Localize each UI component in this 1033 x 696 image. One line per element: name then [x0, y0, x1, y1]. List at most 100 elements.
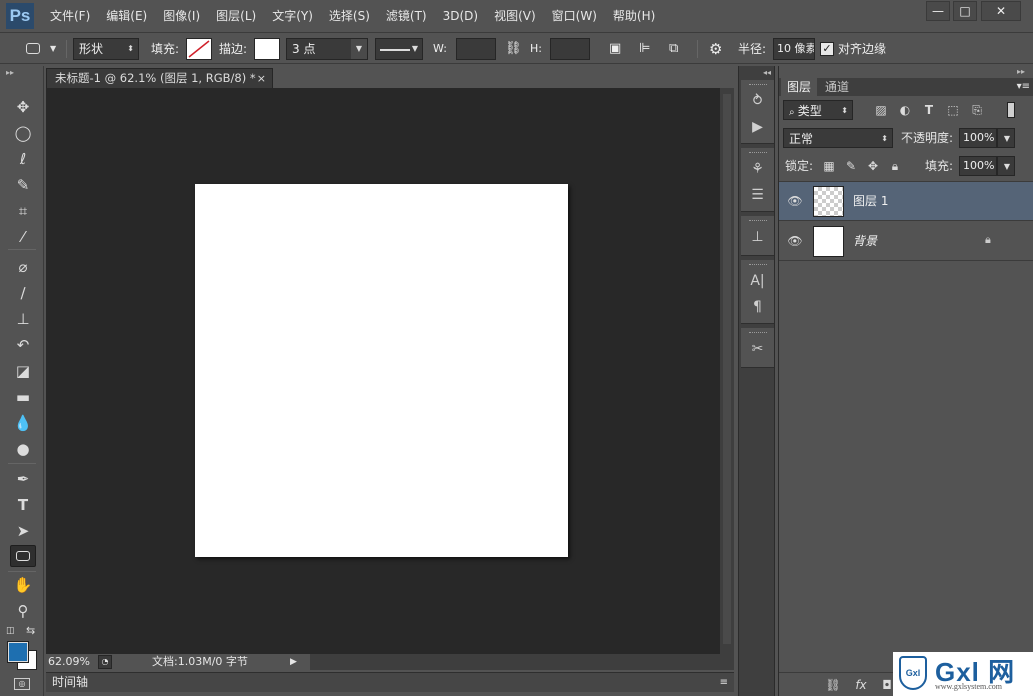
move-tool-icon[interactable]: ✥	[10, 96, 36, 118]
filter-adjustment-icon[interactable]: ◐	[897, 102, 913, 118]
fill-field[interactable]: 100%	[959, 156, 997, 176]
type-tool-icon[interactable]: T	[10, 494, 36, 516]
scrollbar-thumb[interactable]	[723, 94, 731, 644]
height-field[interactable]	[550, 38, 590, 60]
panel-menu-icon[interactable]: ▾≡	[1017, 78, 1030, 96]
history-panel-icon[interactable]: ⥁	[745, 90, 770, 112]
close-tab-icon[interactable]: ×	[257, 69, 266, 88]
history-brush-icon[interactable]: ↶	[10, 334, 36, 356]
status-share-icon[interactable]: ◔	[98, 655, 112, 669]
menu-item[interactable]: 文件(F)	[42, 0, 98, 33]
eyedropper-icon[interactable]: ⁄	[10, 226, 36, 248]
filter-kind-select[interactable]: ⌕ 类型 ⬍	[783, 100, 853, 120]
pen-tool-icon[interactable]: ✒	[10, 468, 36, 490]
path-alignment-icon[interactable]: ⊫	[639, 38, 650, 60]
align-edges-checkbox[interactable]: ✓	[820, 42, 834, 56]
tool-presets-icon[interactable]: ✂	[745, 338, 770, 360]
filter-pixel-icon[interactable]: ▨	[873, 102, 889, 118]
zoom-tool-icon[interactable]: ⚲	[10, 600, 36, 622]
paragraph-panel-icon[interactable]: ¶	[745, 296, 770, 318]
panel-menu-icon[interactable]: ≡	[720, 673, 728, 692]
document-tab[interactable]: 未标题-1 @ 62.1% (图层 1, RGB/8) * ×	[46, 68, 273, 88]
character-panel-icon[interactable]: A|	[745, 270, 770, 292]
link-layers-icon[interactable]: ⛓	[825, 677, 841, 693]
layer-row[interactable]: 👁︎ 图层 1	[779, 182, 1033, 221]
horizontal-scrollbar[interactable]	[310, 654, 734, 670]
collapse-arrows-icon[interactable]: ▸▸	[6, 68, 14, 77]
collapse-arrows-icon[interactable]: ▸▸	[1017, 67, 1025, 76]
menu-item[interactable]: 编辑(E)	[98, 0, 155, 33]
filter-type-icon[interactable]: T	[921, 102, 937, 118]
visibility-eye-icon[interactable]: 👁︎	[787, 233, 803, 249]
lasso-tool-icon[interactable]: ℓ	[10, 148, 36, 170]
canvas-area[interactable]	[46, 88, 720, 654]
timeline-panel-bar[interactable]: 时间轴 ≡	[46, 672, 734, 692]
stroke-swatch[interactable]	[254, 38, 280, 60]
menu-item[interactable]: 帮助(H)	[605, 0, 663, 33]
quick-mask-icon[interactable]: ◎	[14, 678, 30, 690]
elliptical-marquee-icon[interactable]: ◯	[10, 122, 36, 144]
filter-toggle-switch[interactable]	[1007, 102, 1015, 118]
fill-dropdown[interactable]: ▼	[997, 156, 1015, 176]
status-menu-arrow-icon[interactable]: ▶	[290, 654, 297, 670]
document-canvas[interactable]	[195, 184, 568, 557]
visibility-eye-icon[interactable]: 👁︎	[787, 193, 803, 209]
lock-position-icon[interactable]: ✥	[865, 158, 881, 174]
clone-source-icon[interactable]: ⊥	[745, 226, 770, 248]
menu-item[interactable]: 3D(D)	[435, 0, 486, 33]
width-field[interactable]	[456, 38, 496, 60]
close-button[interactable]: ✕	[981, 1, 1021, 21]
actions-panel-icon[interactable]: ▶	[745, 116, 770, 138]
tab-layers[interactable]: 图层	[781, 78, 818, 96]
menu-item[interactable]: 视图(V)	[486, 0, 544, 33]
radius-field[interactable]: 10 像素	[773, 38, 815, 60]
swap-colors-icon[interactable]: ⇆	[26, 624, 35, 637]
layer-style-icon[interactable]: fx	[853, 677, 869, 693]
menu-item[interactable]: 图像(I)	[155, 0, 208, 33]
stroke-width-input[interactable]: 3 点 ▼	[286, 38, 368, 60]
default-colors-icon[interactable]: ◫	[6, 626, 15, 636]
hand-tool-icon[interactable]: ✋	[10, 574, 36, 596]
fill-swatch[interactable]	[186, 38, 212, 60]
lock-image-icon[interactable]: ✎	[843, 158, 859, 174]
tool-preset-picker[interactable]: ▼	[20, 38, 66, 60]
path-arrangement-icon[interactable]: ⧉	[669, 38, 678, 60]
stroke-type-select[interactable]: ▼	[375, 38, 423, 60]
brush-presets-icon[interactable]: ☰	[745, 184, 770, 206]
maximize-button[interactable]: □	[953, 1, 977, 21]
path-selection-icon[interactable]: ➤	[10, 520, 36, 542]
opacity-dropdown[interactable]: ▼	[997, 128, 1015, 148]
filter-shape-icon[interactable]: ⬚	[945, 102, 961, 118]
tab-channels[interactable]: 通道	[819, 78, 855, 96]
menu-item[interactable]: 图层(L)	[208, 0, 264, 33]
brush-panel-icon[interactable]: ⚘	[745, 158, 770, 180]
brush-tool-icon[interactable]: ∕	[10, 282, 36, 304]
menu-item[interactable]: 选择(S)	[321, 0, 378, 33]
menu-item[interactable]: 窗口(W)	[544, 0, 605, 33]
gear-icon[interactable]: ⚙	[709, 38, 722, 60]
layer-row[interactable]: 👁︎ 背景 🔒︎	[779, 222, 1033, 261]
collapse-arrows-icon[interactable]: ◂◂	[763, 68, 771, 77]
path-operations-icon[interactable]: ▣	[609, 38, 621, 60]
menu-item[interactable]: 文字(Y)	[264, 0, 321, 33]
rounded-rectangle-tool-icon[interactable]	[10, 545, 36, 567]
healing-brush-icon[interactable]: ⌀	[10, 256, 36, 278]
blur-tool-icon[interactable]: 💧	[10, 412, 36, 434]
link-icon[interactable]: ⛓	[505, 38, 522, 60]
lock-all-icon[interactable]: 🔒︎	[887, 158, 903, 174]
foreground-color-swatch[interactable]	[7, 641, 29, 663]
shape-mode-select[interactable]: 形状 ⬍	[73, 38, 139, 60]
quick-selection-icon[interactable]: ✎	[10, 174, 36, 196]
eraser-tool-icon[interactable]: ◪	[10, 360, 36, 382]
dodge-tool-icon[interactable]: ●	[10, 438, 36, 460]
clone-stamp-icon[interactable]: ⊥	[10, 308, 36, 330]
vertical-scrollbar[interactable]	[720, 88, 734, 654]
minimize-button[interactable]: —	[926, 1, 950, 21]
opacity-field[interactable]: 100%	[959, 128, 997, 148]
zoom-level[interactable]: 62.09%	[48, 654, 90, 670]
gradient-tool-icon[interactable]: ▬	[10, 386, 36, 408]
lock-transparent-icon[interactable]: ▦	[821, 158, 837, 174]
crop-tool-icon[interactable]: ⌗	[10, 200, 36, 222]
menu-item[interactable]: 滤镜(T)	[378, 0, 435, 33]
filter-smart-object-icon[interactable]: ⎘	[969, 102, 985, 118]
